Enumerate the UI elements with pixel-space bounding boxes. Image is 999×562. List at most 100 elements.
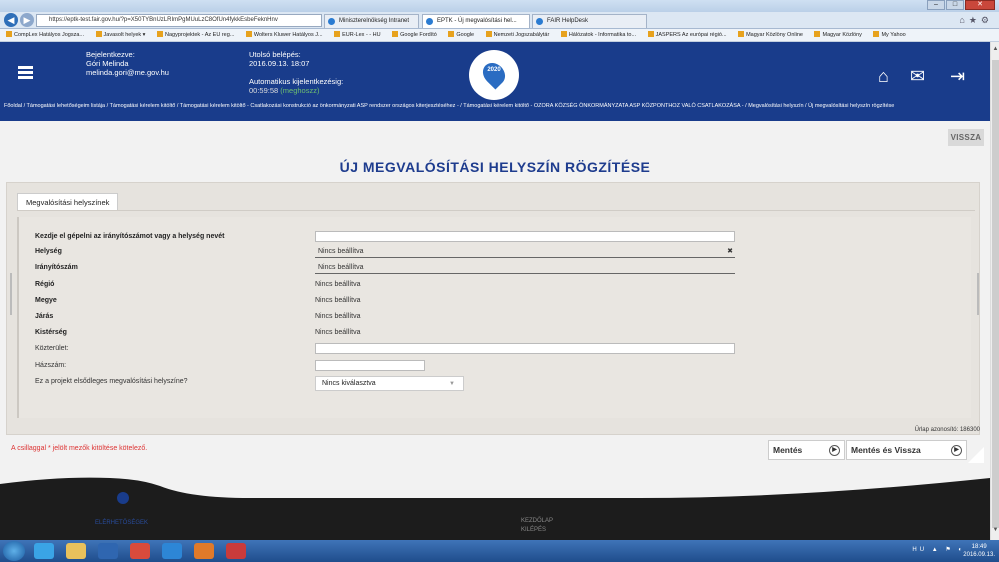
location-search-input[interactable] (315, 231, 735, 242)
favorite-item[interactable]: Nagyprojektek - Az EU reg... (156, 31, 239, 38)
arrow-right-icon: ▶ (829, 445, 840, 456)
back-button[interactable]: VISSZA (948, 129, 984, 146)
clear-icon[interactable]: ✖ (727, 246, 733, 258)
save-button[interactable]: Mentés ▶ (768, 440, 845, 460)
district-value: Nincs beállítva (315, 313, 361, 320)
form-id: Űrlap azonosító: 186300 (914, 427, 980, 433)
favorite-item[interactable]: Hálózatok - Informatika to... (560, 31, 641, 38)
district-label: Járás (35, 313, 54, 320)
favorite-item[interactable]: JASPERS Az európai régió... (647, 31, 732, 38)
street-input[interactable] (315, 343, 735, 354)
vertical-scrollbar[interactable]: ▲ ▼ (990, 42, 999, 540)
szechenyi-2020-logo[interactable]: 2020 (469, 50, 519, 100)
favorite-item[interactable]: Javasolt helyek ▾ (95, 31, 151, 38)
browser-toolbar-icons[interactable]: ⌂★⚙ (959, 15, 993, 26)
powerpoint-icon[interactable] (226, 543, 246, 559)
windows-taskbar: HU ▲ ⚑ ◐ 18:49 2016.09.13. (0, 540, 999, 562)
location-form: Kezdje el gépelni az irányítószámot vagy… (17, 217, 971, 418)
street-label: Közterület: (35, 345, 69, 352)
footer-dot-icon (117, 492, 129, 504)
favorite-item[interactable]: Wolters Kluwer Hatályos J... (245, 31, 328, 38)
outlook-icon[interactable] (194, 543, 214, 559)
address-bar[interactable]: https://eptk-test.fair.gov.hu/?p=X50TYBn… (36, 14, 322, 27)
close-window-button[interactable]: ✕ (965, 0, 995, 10)
city-select[interactable]: Nincs beállítva ✖ (315, 246, 735, 258)
tab-divider (17, 210, 975, 211)
favorite-item[interactable]: CompLex Hatályos Jogsza... (6, 31, 89, 38)
favorites-bar: CompLex Hatályos Jogsza... Javasolt hely… (0, 29, 999, 42)
favorite-item[interactable]: Nemzeti Jogszabálytár (485, 31, 555, 38)
house-number-label: Házszám: (35, 362, 67, 369)
scrollbar-thumb[interactable] (992, 60, 999, 528)
logout-link[interactable]: KILÉPÉS (521, 526, 553, 535)
favorite-item[interactable]: Magyar Közlöny Online (738, 31, 808, 38)
scroll-indicator (10, 273, 12, 315)
scroll-down-icon[interactable]: ▼ (991, 527, 999, 536)
back-arrow-icon[interactable]: ◀ (4, 13, 18, 27)
browser-nav-bar: ◀ ▶ https://eptk-test.fair.gov.hu/?p=X50… (0, 12, 999, 29)
favorite-item[interactable]: Google (448, 31, 479, 38)
footer: ELÉRHETŐSÉGEK KEZDŐLAP KILÉPÉS (0, 492, 990, 540)
search-label: Kezdje el gépelni az irányítószámot vagy… (35, 233, 225, 240)
location-pin-icon (478, 58, 510, 90)
city-label: Helység (35, 248, 62, 255)
footer-wave (0, 477, 990, 498)
accessibility-link[interactable]: ELÉRHETŐSÉGEK (95, 520, 148, 526)
start-button[interactable] (3, 541, 25, 561)
media-icon[interactable] (98, 543, 118, 559)
forward-arrow-icon[interactable]: ▶ (20, 13, 34, 27)
maximize-button[interactable]: □ (946, 0, 964, 10)
primary-location-label: Ez a projekt elsődleges megvalósítási he… (35, 378, 188, 385)
hamburger-icon[interactable] (18, 66, 33, 80)
window-controls: – □ ✕ (927, 0, 995, 10)
browser-tab-intranet[interactable]: Miniszterelnökség Intranet (324, 14, 419, 28)
required-note: A csillaggal * jelölt mezők kitöltése kö… (11, 445, 148, 452)
browser-tab-helpdesk[interactable]: FAIR HelpDesk (532, 14, 647, 28)
minimize-button[interactable]: – (927, 0, 945, 10)
home-link[interactable]: KEZDŐLAP (521, 517, 553, 526)
primary-location-select[interactable]: Nincs kiválasztva ▼ (315, 376, 464, 391)
chrome-icon[interactable] (130, 543, 150, 559)
breadcrumb[interactable]: Főoldal / Támogatási lehetőségeim listáj… (0, 102, 990, 121)
page-title: ÚJ MEGVALÓSÍTÁSI HELYSZÍN RÖGZÍTÉSE (339, 159, 651, 175)
house-number-input[interactable] (315, 360, 425, 371)
favorite-item[interactable]: My Yahoo (873, 31, 910, 38)
favorite-item[interactable]: EUR-Lex - - HU (334, 31, 386, 38)
arrow-right-icon: ▶ (951, 445, 962, 456)
ie-icon[interactable] (34, 543, 54, 559)
browser-tab-eptk[interactable]: EPTK - Új megvalósítási hel... (422, 14, 530, 28)
region-value: Nincs beállítva (315, 281, 361, 288)
logout-timer: 00:59:58 (meghoszz) (249, 86, 320, 95)
tab-favicon-icon (328, 18, 335, 25)
user-email: melinda.gori@me.gov.hu (86, 68, 169, 77)
tab-locations[interactable]: Megvalósítási helyszínek (17, 193, 119, 211)
user-name: Góri Melinda (86, 59, 129, 68)
county-value: Nincs beállítva (315, 297, 361, 304)
tab-favicon-icon (536, 18, 543, 25)
zip-select[interactable]: Nincs beállítva (315, 262, 735, 274)
save-and-back-button[interactable]: Mentés és Vissza ▶ (846, 440, 967, 460)
mail-icon[interactable]: ✉ (910, 66, 925, 86)
home-icon[interactable]: ⌂ (878, 66, 889, 86)
session-info: Utolsó belépés: 2016.09.13. 18:07 Automa… (249, 50, 344, 95)
clock[interactable]: 18:49 2016.09.13. (963, 543, 995, 559)
zip-label: Irányítószám (35, 264, 78, 271)
logout-icon[interactable]: ⇥ (950, 66, 965, 86)
subregion-label: Kistérség (35, 329, 67, 336)
lync-icon[interactable] (162, 543, 182, 559)
form-panel: Megvalósítási helyszínek Kezdje el gépel… (6, 182, 980, 435)
page-body: VISSZA ÚJ MEGVALÓSÍTÁSI HELYSZÍN RÖGZÍTÉ… (0, 121, 990, 498)
system-tray[interactable]: HU ▲ ⚑ ◐ (912, 546, 965, 553)
scroll-indicator (977, 273, 979, 315)
app-header: Bejelentkezve: Góri Melinda melinda.gori… (0, 42, 990, 102)
folder-icon[interactable] (66, 543, 86, 559)
footer-links: KEZDŐLAP KILÉPÉS (521, 517, 553, 535)
page-corner (968, 447, 984, 463)
scroll-up-icon[interactable]: ▲ (991, 46, 999, 55)
chevron-down-icon: ▼ (449, 381, 455, 387)
region-label: Régió (35, 281, 55, 288)
last-login-value: 2016.09.13. 18:07 (249, 59, 310, 68)
user-info: Bejelentkezve: Góri Melinda melinda.gori… (86, 50, 169, 77)
favorite-item[interactable]: Magyar Közlöny (814, 31, 866, 38)
favorite-item[interactable]: Google Fordító (392, 31, 442, 38)
